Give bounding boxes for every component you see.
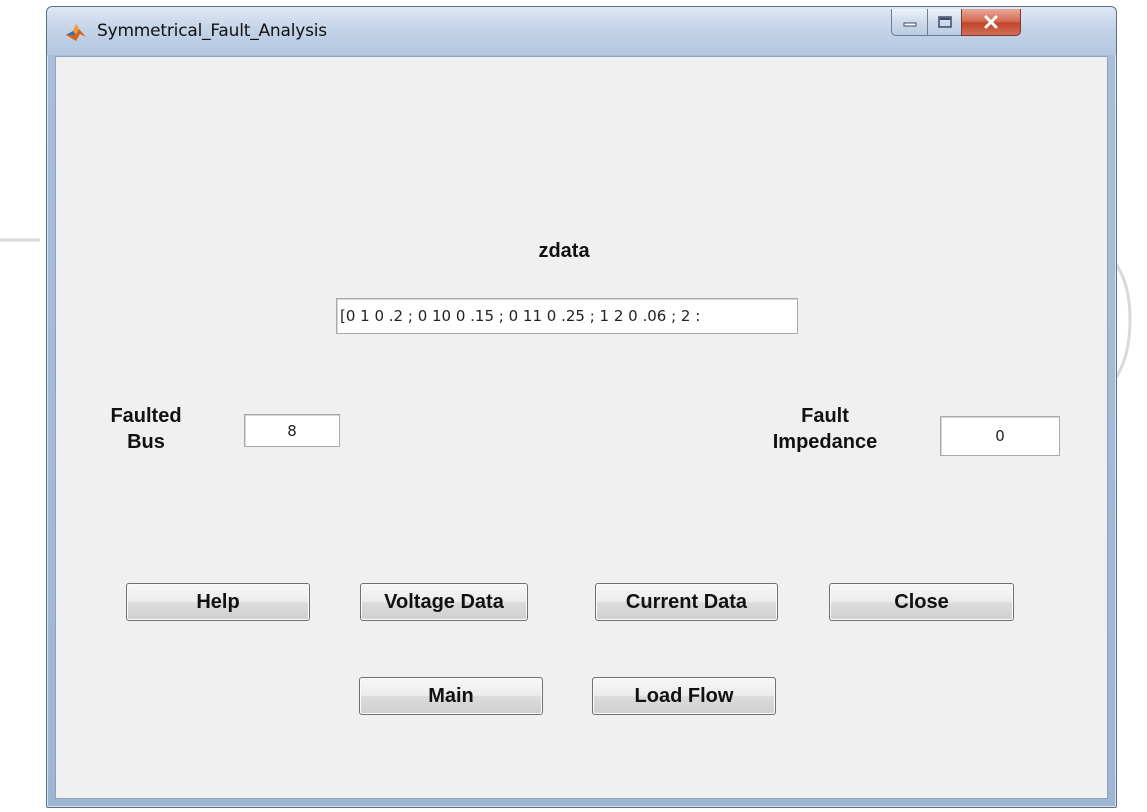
faulted-bus-label-line1: Faulted: [110, 405, 182, 427]
app-window: Symmetrical_Fault_Analysis zdata [0 1 0 …: [46, 6, 1117, 808]
faulted-bus-value: 8: [287, 421, 297, 440]
window-title: Symmetrical_Fault_Analysis: [97, 21, 327, 41]
maximize-icon: [938, 16, 952, 28]
close-window-button[interactable]: [961, 9, 1021, 36]
title-bar[interactable]: Symmetrical_Fault_Analysis: [47, 7, 1116, 55]
fault-impedance-label: Fault Impedance: [750, 403, 900, 455]
fault-impedance-label-line1: Fault: [801, 405, 849, 427]
zdata-label: zdata: [538, 240, 590, 262]
faulted-bus-label: Faulted Bus: [96, 403, 196, 455]
main-button[interactable]: Main: [359, 677, 543, 715]
minimize-button[interactable]: [891, 9, 929, 36]
load-flow-button[interactable]: Load Flow: [592, 677, 776, 715]
zdata-value: [0 1 0 .2 ; 0 10 0 .15 ; 0 11 0 .25 ; 1 …: [340, 307, 701, 325]
close-icon: [984, 15, 998, 29]
fault-impedance-label-line2: Impedance: [772, 431, 878, 453]
close-button[interactable]: Close: [829, 583, 1014, 621]
faulted-bus-label-line2: Bus: [127, 431, 165, 453]
faulted-bus-input[interactable]: 8: [244, 414, 340, 447]
help-button[interactable]: Help: [126, 583, 310, 621]
zdata-input[interactable]: [0 1 0 .2 ; 0 10 0 .15 ; 0 11 0 .25 ; 1 …: [336, 298, 798, 334]
minimize-icon: [903, 22, 917, 27]
figure-client-area: zdata [0 1 0 .2 ; 0 10 0 .15 ; 0 11 0 .2…: [55, 56, 1108, 799]
fault-impedance-input[interactable]: 0: [940, 416, 1060, 456]
maximize-button[interactable]: [927, 9, 963, 36]
current-data-button[interactable]: Current Data: [595, 583, 778, 621]
voltage-data-button[interactable]: Voltage Data: [360, 583, 528, 621]
fault-impedance-value: 0: [995, 427, 1005, 445]
matlab-icon: [66, 24, 86, 41]
